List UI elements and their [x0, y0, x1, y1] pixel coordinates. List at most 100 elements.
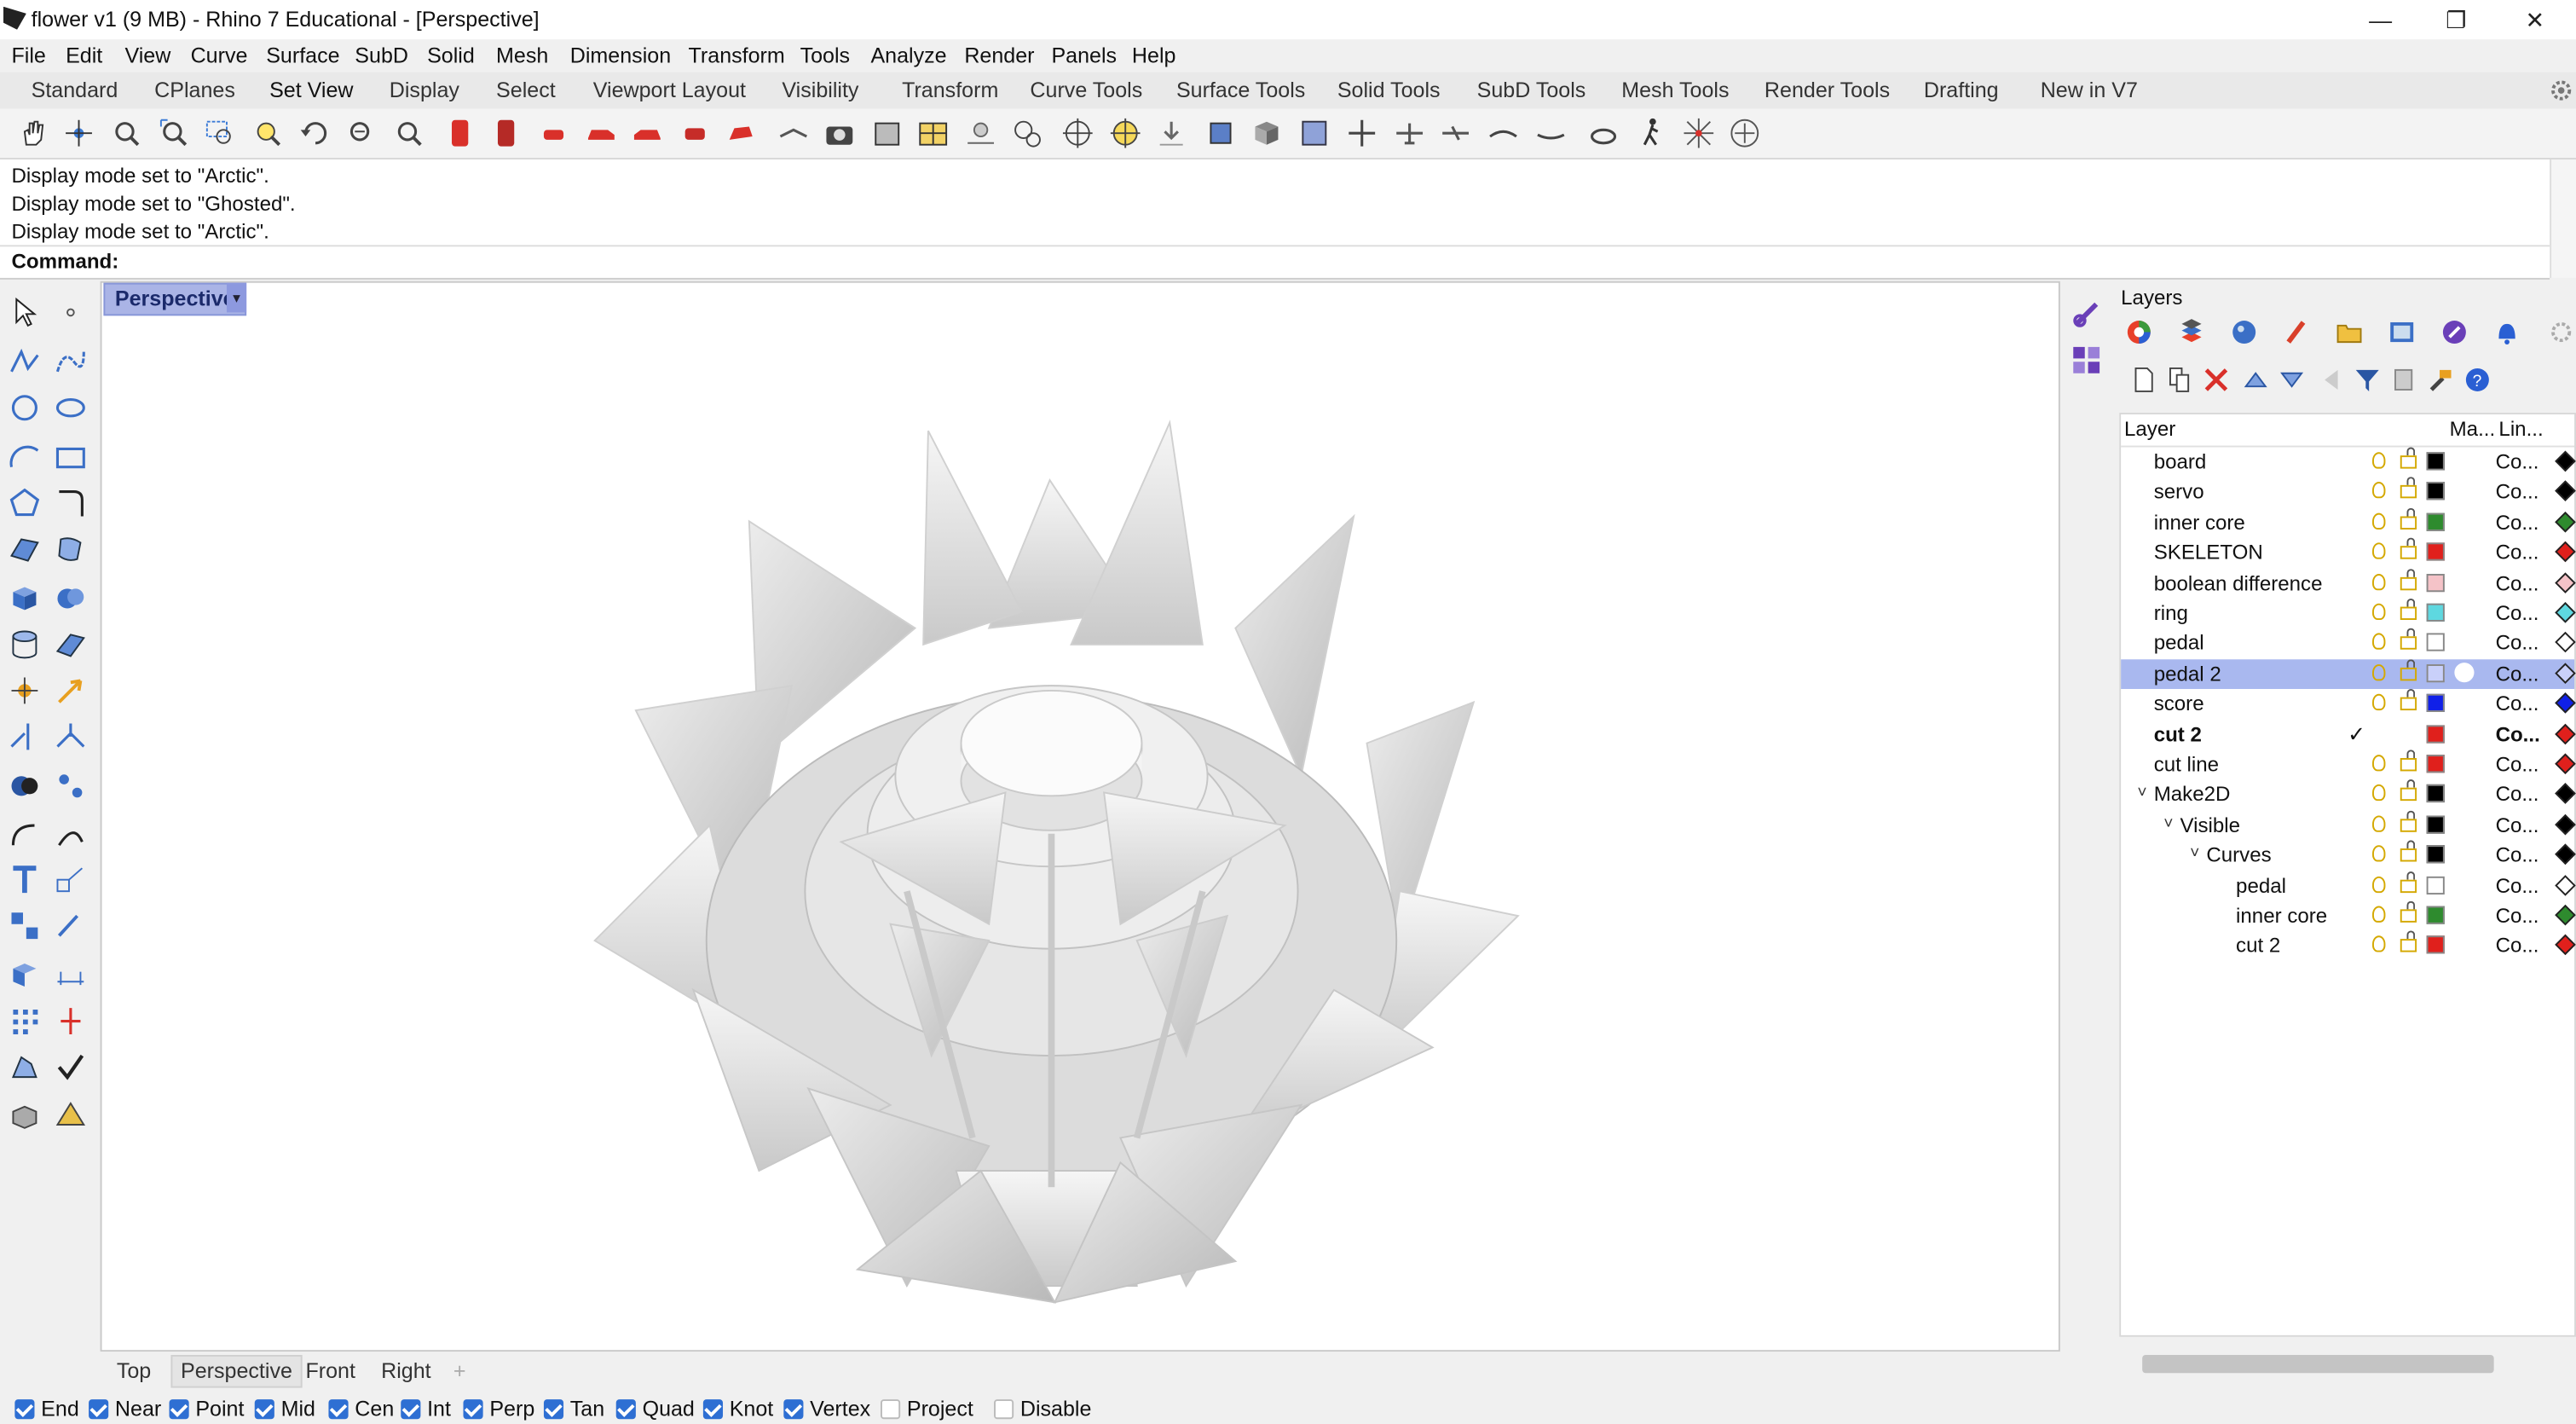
layer-row[interactable]: score Co...	[2121, 689, 2576, 719]
layer-linetype[interactable]: Co...	[2496, 813, 2539, 836]
polygon-icon[interactable]	[9, 487, 42, 520]
layer-color-swatch[interactable]	[2426, 784, 2445, 803]
edit-points-icon[interactable]	[55, 909, 88, 942]
tab-drafting[interactable]: Drafting	[1924, 78, 1999, 102]
scale-icon[interactable]	[55, 863, 88, 896]
layer-linetype[interactable]: Co...	[2496, 541, 2539, 564]
tab-curve-tools[interactable]: Curve Tools	[1030, 78, 1142, 102]
visibility-bulb-icon[interactable]	[2372, 452, 2386, 469]
menu-tools[interactable]: Tools	[800, 43, 851, 67]
layer-linetype[interactable]: Co...	[2496, 935, 2539, 958]
tab-set-view[interactable]: Set View	[269, 78, 353, 102]
surface-icon[interactable]	[9, 533, 42, 566]
lock-icon[interactable]	[2400, 507, 2417, 530]
curve-icon[interactable]	[55, 345, 88, 379]
tab-new-in-v7[interactable]: New in V7	[2041, 78, 2138, 102]
filter-icon[interactable]	[2354, 367, 2381, 393]
visibility-bulb-icon[interactable]	[2372, 603, 2386, 621]
lock-icon[interactable]	[2400, 447, 2417, 469]
zoom-icon[interactable]	[110, 117, 143, 150]
layer-linetype[interactable]: Co...	[2496, 844, 2539, 867]
zoom-window-icon[interactable]	[204, 117, 237, 150]
chevron-down-icon[interactable]: ˅	[2190, 846, 2199, 864]
snap-knot[interactable]: Knot	[702, 1396, 773, 1421]
zoom-1to1-icon[interactable]	[393, 117, 426, 150]
print-color-diamond-icon[interactable]	[2555, 783, 2576, 805]
tab-perspective-view[interactable]: Perspective	[170, 1355, 303, 1388]
visibility-bulb-icon[interactable]	[2372, 542, 2386, 560]
layer-row[interactable]: servo Co...	[2121, 477, 2576, 507]
help-icon[interactable]: ?	[2464, 367, 2491, 393]
menu-surface[interactable]: Surface	[266, 43, 339, 67]
lock-icon[interactable]	[2400, 628, 2417, 651]
layer-color-swatch[interactable]	[2426, 452, 2445, 471]
lock-icon[interactable]	[2400, 568, 2417, 590]
minimize-button[interactable]: —	[2342, 0, 2418, 39]
print-color-diamond-icon[interactable]	[2555, 481, 2576, 502]
snap-int[interactable]: Int	[401, 1396, 451, 1421]
lock-icon[interactable]	[2400, 750, 2417, 772]
point-icon[interactable]	[55, 296, 88, 329]
snap-point[interactable]: Point	[169, 1396, 244, 1421]
layer-row[interactable]: cut 2 ✓ Co...	[2121, 720, 2576, 750]
tab-front-view[interactable]: Front	[305, 1358, 355, 1383]
lock-icon[interactable]	[2400, 537, 2417, 560]
flower-model[interactable]	[578, 398, 1531, 1319]
layer-tools-hammer-icon[interactable]	[2427, 367, 2453, 393]
snap-project[interactable]: Project	[881, 1396, 973, 1421]
visibility-bulb-icon[interactable]	[2372, 694, 2386, 711]
undo-view-icon[interactable]	[299, 117, 332, 150]
text-icon[interactable]	[9, 863, 42, 896]
ellipse-icon[interactable]	[55, 391, 88, 425]
trim-icon[interactable]	[9, 721, 42, 754]
target-yellow-icon[interactable]	[1109, 117, 1142, 150]
layer-color-swatch[interactable]	[2426, 542, 2445, 561]
menu-file[interactable]: File	[11, 43, 45, 67]
visibility-bulb-icon[interactable]	[2372, 815, 2386, 832]
lock-icon[interactable]	[2400, 810, 2417, 832]
new-sublayer-icon[interactable]	[2167, 367, 2193, 393]
box-icon[interactable]	[9, 582, 42, 616]
menu-dimension[interactable]: Dimension	[570, 43, 671, 67]
visibility-bulb-icon[interactable]	[2372, 755, 2386, 772]
menu-view[interactable]: View	[124, 43, 170, 67]
rendering-sphere-icon[interactable]	[2229, 317, 2259, 347]
dimension-icon[interactable]	[55, 958, 88, 992]
loft-icon[interactable]	[55, 533, 88, 566]
layer-color-swatch[interactable]	[2426, 876, 2445, 894]
compass-icon[interactable]	[1729, 117, 1762, 150]
new-layer-icon[interactable]	[2131, 367, 2157, 393]
tab-surface-tools[interactable]: Surface Tools	[1176, 78, 1305, 102]
airplane-back-icon[interactable]	[1534, 117, 1568, 150]
visibility-bulb-icon[interactable]	[2372, 663, 2386, 680]
split-icon[interactable]	[55, 721, 88, 754]
perspective-viewport[interactable]: Perspective ▾	[100, 281, 2060, 1352]
box-view-icon[interactable]	[1250, 117, 1284, 150]
add-view-tab-button[interactable]: +	[453, 1358, 466, 1383]
circle-icon[interactable]	[9, 391, 42, 425]
tab-display[interactable]: Display	[390, 78, 459, 102]
layer-color-swatch[interactable]	[2426, 755, 2445, 773]
block-icon[interactable]	[9, 958, 42, 992]
menu-transform[interactable]: Transform	[689, 43, 785, 67]
airplane-side-icon[interactable]	[1439, 117, 1472, 150]
layer-linetype[interactable]: Co...	[2496, 450, 2539, 473]
explode-icon[interactable]	[55, 769, 88, 802]
grid-plane-icon[interactable]	[916, 117, 950, 150]
check-icon[interactable]	[55, 1051, 88, 1084]
render-icon[interactable]	[9, 1098, 42, 1132]
fillet-edge-icon[interactable]	[9, 819, 42, 852]
history-scrollbar[interactable]	[2550, 159, 2576, 278]
column-linetype[interactable]: Lin...	[2498, 418, 2543, 441]
target-icon[interactable]	[1061, 117, 1095, 150]
menu-render[interactable]: Render	[964, 43, 1034, 67]
close-button[interactable]: ✕	[2497, 0, 2573, 39]
layer-row[interactable]: pedal 2 Co...	[2121, 658, 2576, 690]
layer-color-swatch[interactable]	[2426, 845, 2445, 864]
lock-icon[interactable]	[2400, 900, 2417, 923]
tab-render-tools[interactable]: Render Tools	[1765, 78, 1890, 102]
snap-quad[interactable]: Quad	[615, 1396, 695, 1421]
layers-tab-icon[interactable]	[2177, 317, 2207, 347]
layer-linetype[interactable]: Co...	[2496, 692, 2539, 715]
print-color-diamond-icon[interactable]	[2555, 541, 2576, 563]
